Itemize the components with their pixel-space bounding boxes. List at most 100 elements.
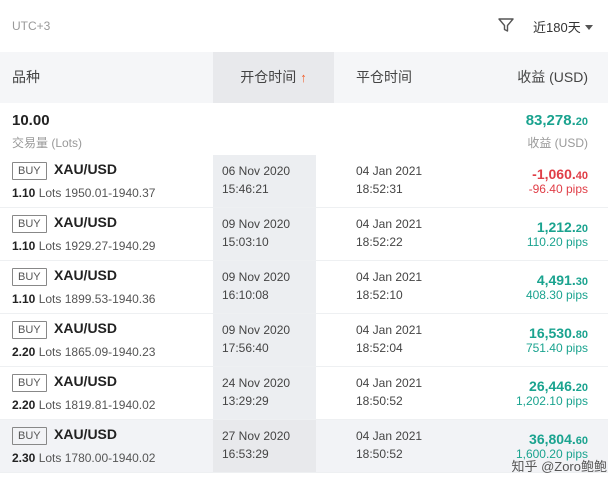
symbol: XAU/USD (54, 267, 118, 283)
lots-info: 1.10 Lots 1899.53-1940.36 (12, 292, 155, 306)
open-time: 17:56:40 (222, 341, 269, 355)
profit-int: 1,212. (536, 219, 576, 235)
lots-unit: Lots (38, 398, 62, 412)
total-profit-dec: 20 (575, 116, 588, 128)
price-range: 1950.01-1940.37 (64, 186, 156, 200)
open-time-cell (213, 261, 316, 313)
close-time: 18:52:10 (356, 288, 403, 302)
close-date: 04 Jan 2021 (356, 164, 423, 178)
pips-value: -96.40 pips (528, 182, 588, 196)
sort-up-arrow-icon: ↑ (300, 70, 307, 85)
profit-dec: 20 (575, 382, 588, 394)
open-date: 09 Nov 2020 (222, 217, 291, 231)
lots-info: 1.10 Lots 1950.01-1940.37 (12, 186, 155, 200)
lots-unit: Lots (38, 186, 62, 200)
profit-int: 4,491. (536, 272, 576, 288)
profit-int: -1,060. (532, 166, 576, 182)
close-time: 18:50:52 (356, 447, 403, 461)
price-range: 1819.81-1940.02 (64, 398, 156, 412)
open-date: 09 Nov 2020 (222, 323, 291, 337)
symbol: XAU/USD (54, 214, 118, 230)
date-range-dropdown[interactable]: 近180天 (533, 17, 593, 36)
lots-value: 2.30 (12, 451, 36, 465)
total-profit-label: 收益 (USD) (527, 136, 588, 150)
profit-value: 4,491.30 (537, 272, 588, 288)
column-product: 品种 (12, 69, 40, 85)
lots-value: 2.20 (12, 345, 36, 359)
buy-badge[interactable]: BUY (12, 215, 47, 233)
close-date: 04 Jan 2021 (356, 217, 423, 231)
open-time-cell (213, 155, 316, 207)
lots-info: 2.30 Lots 1780.00-1940.02 (12, 451, 155, 465)
lots-unit: Lots (38, 239, 62, 253)
close-date: 04 Jan 2021 (356, 270, 423, 284)
profit-value: 36,804.60 (529, 431, 588, 447)
profit-dec: 80 (575, 329, 588, 341)
top-bar: UTC+3 近180天 (0, 0, 615, 52)
date-range-label: 近180天 (533, 20, 581, 35)
profit-value: 1,212.20 (537, 219, 588, 235)
open-time: 15:03:10 (222, 235, 269, 249)
close-date: 04 Jan 2021 (356, 323, 423, 337)
table-row[interactable]: BUY XAU/USD 2.20 Lots 1865.09-1940.23 09… (0, 314, 608, 367)
trade-list: BUY XAU/USD 1.10 Lots 1950.01-1940.37 06… (0, 155, 608, 473)
column-open-time[interactable]: 开仓时间 ↑ (213, 52, 334, 103)
price-range: 1929.27-1940.29 (64, 239, 156, 253)
buy-badge[interactable]: BUY (12, 427, 47, 445)
column-close-time[interactable]: 平仓时间 (356, 52, 412, 103)
timezone-label: UTC+3 (12, 19, 51, 33)
summary-row: 10.00 交易量 (Lots) 83,278.20 收益 (USD) (0, 103, 608, 155)
profit-dec: 40 (575, 170, 588, 182)
pips-value: 110.20 pips (526, 235, 588, 249)
open-time-cell (213, 367, 316, 419)
close-time: 18:52:31 (356, 182, 403, 196)
close-time: 18:50:52 (356, 394, 403, 408)
column-open-time-label: 开仓时间 (240, 69, 297, 85)
lots-info: 1.10 Lots 1929.27-1940.29 (12, 239, 155, 253)
profit-dec: 30 (575, 276, 588, 288)
price-range: 1780.00-1940.02 (64, 451, 156, 465)
price-range: 1865.09-1940.23 (64, 345, 156, 359)
symbol: XAU/USD (54, 320, 118, 336)
total-volume-label: 交易量 (Lots) (12, 136, 83, 150)
lots-unit: Lots (38, 345, 62, 359)
lots-info: 2.20 Lots 1865.09-1940.23 (12, 345, 155, 359)
table-row[interactable]: BUY XAU/USD 1.10 Lots 1929.27-1940.29 09… (0, 208, 608, 261)
buy-badge[interactable]: BUY (12, 268, 47, 286)
table-row[interactable]: BUY XAU/USD 1.10 Lots 1950.01-1940.37 06… (0, 155, 608, 208)
table-row[interactable]: BUY XAU/USD 1.10 Lots 1899.53-1940.36 09… (0, 261, 608, 314)
pips-value: 1,202.10 pips (515, 394, 588, 408)
profit-dec: 20 (575, 223, 588, 235)
total-profit: 83,278.20 (526, 112, 588, 129)
open-time: 16:10:08 (222, 288, 269, 302)
caret-down-icon (584, 25, 593, 31)
profit-value: -1,060.40 (532, 166, 588, 182)
profit-value: 26,446.20 (529, 378, 588, 394)
symbol: XAU/USD (54, 161, 118, 177)
close-date: 04 Jan 2021 (356, 429, 423, 443)
lots-value: 2.20 (12, 398, 36, 412)
open-time: 13:29:29 (222, 394, 269, 408)
close-time: 18:52:04 (356, 341, 403, 355)
lots-unit: Lots (38, 292, 62, 306)
lots-value: 1.10 (12, 292, 36, 306)
profit-int: 26,446. (529, 378, 576, 394)
open-date: 09 Nov 2020 (222, 270, 291, 284)
open-time-cell (213, 314, 316, 366)
symbol: XAU/USD (54, 373, 118, 389)
filter-icon[interactable] (497, 16, 515, 34)
lots-info: 2.20 Lots 1819.81-1940.02 (12, 398, 155, 412)
watermark: 知乎 @Zoro鲍鲍 (511, 459, 607, 474)
total-volume: 10.00 (12, 112, 50, 129)
pips-value: 408.30 pips (525, 288, 588, 302)
table-header: 品种 开仓时间 ↑ 平仓时间 收益 (USD) (0, 52, 608, 103)
table-row[interactable]: BUY XAU/USD 2.20 Lots 1819.81-1940.02 24… (0, 367, 608, 420)
symbol: XAU/USD (54, 426, 118, 442)
buy-badge[interactable]: BUY (12, 321, 47, 339)
lots-unit: Lots (38, 451, 62, 465)
close-time: 18:52:22 (356, 235, 403, 249)
column-profit: 收益 (USD) (517, 69, 588, 85)
lots-value: 1.10 (12, 186, 36, 200)
buy-badge[interactable]: BUY (12, 162, 47, 180)
buy-badge[interactable]: BUY (12, 374, 47, 392)
